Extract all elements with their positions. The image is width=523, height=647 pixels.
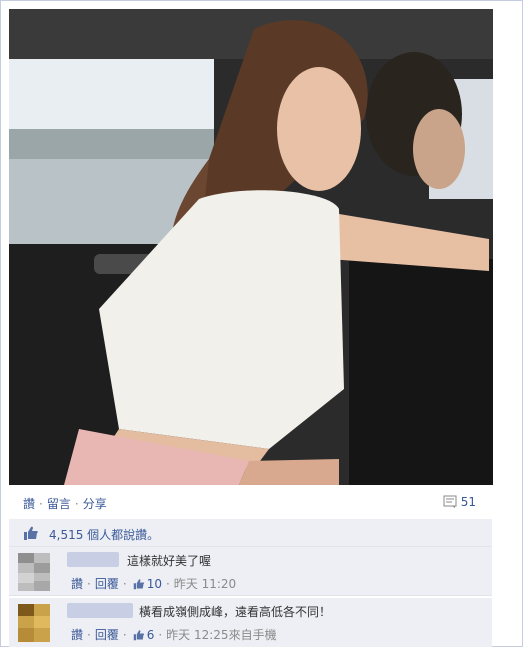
avatar[interactable] (18, 604, 50, 642)
meta-separator: · (122, 576, 127, 591)
comment-text: 這樣就好美了喔 (127, 554, 212, 568)
car-interior-photo (9, 9, 493, 485)
comment-meta: 讚 · 回覆 · 6 · 昨天 12:25 來自手機 (71, 626, 277, 643)
meta-separator: · (122, 627, 127, 642)
comment-via: 來自手機 (228, 628, 277, 642)
commenter-name-blurred[interactable] (67, 603, 133, 618)
comment-count-label: 51 (460, 495, 476, 509)
likes-text[interactable]: 4,515 個人都說讚。 (49, 526, 159, 543)
comment-time[interactable]: 昨天 12:25 (166, 626, 228, 643)
comment-reply-link[interactable]: 回覆 (95, 575, 119, 592)
post-card: 讚·留言·分享 51 4,515 個人都說讚。 這樣就好美了喔 讚 · (0, 0, 523, 647)
avatar[interactable] (18, 553, 50, 591)
commenter-name-blurred[interactable] (67, 552, 119, 567)
comment-like-count[interactable]: 6 (147, 628, 155, 642)
comment-count[interactable]: 51 (443, 495, 476, 509)
comment-item: 橫看成嶺側成峰，遠看高低各不同！ 讚 · 回覆 · 6 · 昨天 12:25 來… (9, 598, 492, 647)
meta-separator: · (165, 576, 170, 591)
comment-like-link[interactable]: 讚 (71, 626, 83, 643)
comment-reply-link[interactable]: 回覆 (95, 626, 119, 643)
comment-meta: 讚 · 回覆 · 10 · 昨天 11:20 (71, 575, 236, 592)
post-photo[interactable] (9, 9, 493, 485)
comment-like-link[interactable]: 讚 (71, 575, 83, 592)
meta-separator: · (158, 627, 163, 642)
thumbs-up-icon (133, 629, 144, 640)
thumbs-up-icon (133, 578, 144, 589)
like-link[interactable]: 讚 (23, 497, 35, 511)
comment-time[interactable]: 昨天 11:20 (174, 575, 236, 592)
thumbs-up-icon (24, 526, 38, 540)
action-separator: · (39, 497, 43, 511)
comment-item: 這樣就好美了喔 讚 · 回覆 · 10 · 昨天 11:20 (9, 547, 492, 596)
comment-text: 橫看成嶺側成峰，遠看高低各不同！ (139, 605, 332, 619)
comment-link[interactable]: 留言 (47, 497, 71, 511)
comment-like-count[interactable]: 10 (147, 577, 162, 591)
share-link[interactable]: 分享 (83, 497, 107, 511)
comment-icon (443, 495, 457, 508)
meta-separator: · (87, 627, 91, 642)
action-separator: · (74, 497, 79, 511)
post-actions: 讚 · 留言 · 分享 (23, 495, 107, 512)
meta-separator: · (87, 576, 91, 591)
likes-summary: 4,515 個人都說讚。 (9, 519, 492, 547)
